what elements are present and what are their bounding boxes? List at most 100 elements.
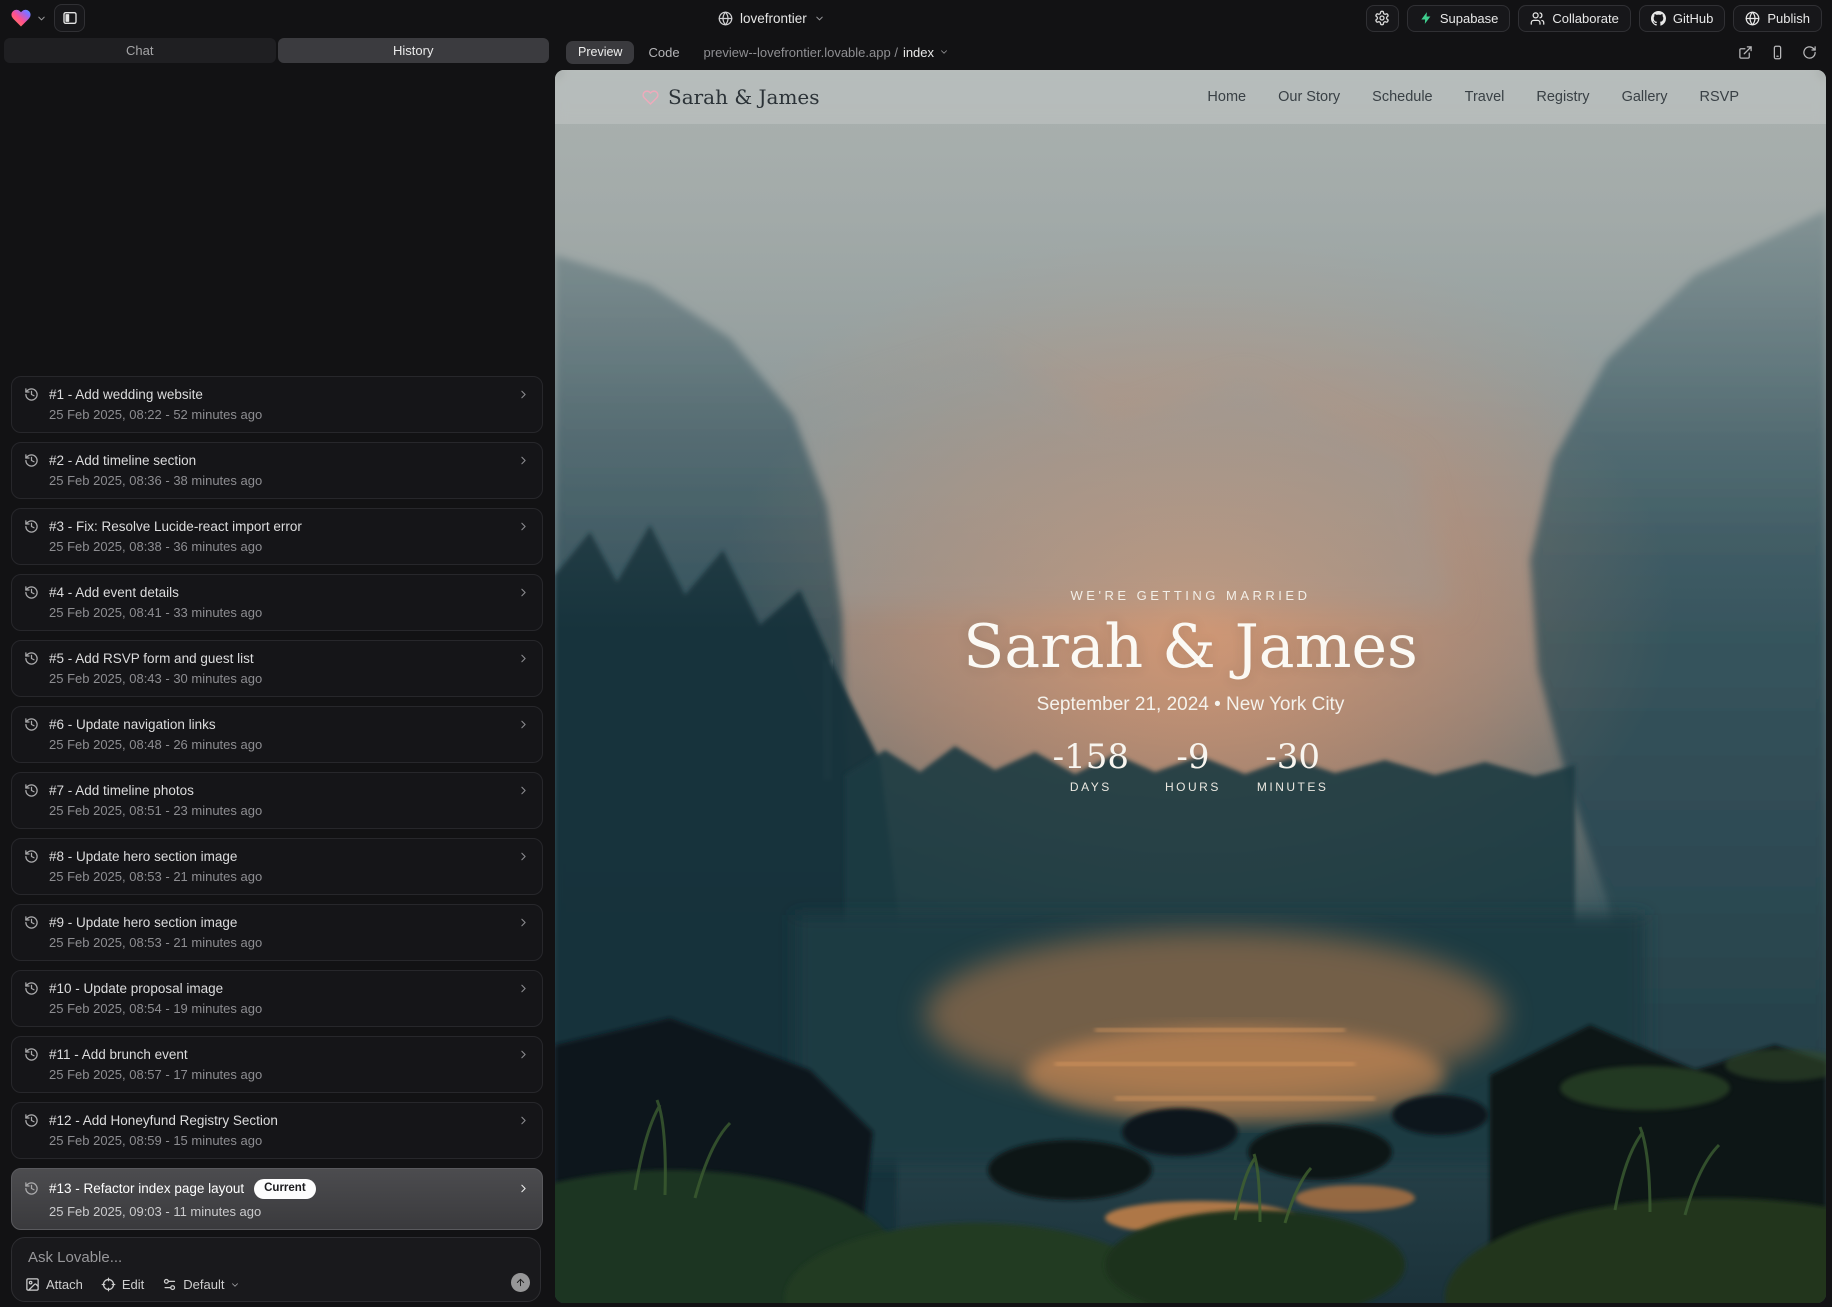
tab-preview[interactable]: Preview <box>566 41 634 64</box>
history-item-row: #2 - Add timeline section <box>24 453 530 468</box>
history-item-row: #4 - Add event details <box>24 585 530 600</box>
history-item[interactable]: #2 - Add timeline section 25 Feb 2025, 0… <box>11 442 543 499</box>
project-selector[interactable]: lovefrontier <box>712 0 831 36</box>
history-item[interactable]: #6 - Update navigation links 25 Feb 2025… <box>11 706 543 763</box>
countdown-item: -9 HOURS <box>1165 740 1221 794</box>
history-item-timestamp: 25 Feb 2025, 08:54 - 19 minutes ago <box>49 1001 530 1016</box>
site-brand-name: Sarah & James <box>668 85 820 109</box>
chevron-right-icon <box>517 652 530 665</box>
site-brand[interactable]: Sarah & James <box>642 85 820 109</box>
hero-section: WE'RE GETTING MARRIED Sarah & James Sept… <box>555 588 1826 794</box>
site-heart-icon <box>642 89 659 106</box>
history-item-row: #5 - Add RSVP form and guest list <box>24 651 530 666</box>
countdown: -158 DAYS -9 HOURS -30 MINUTES <box>1053 740 1329 794</box>
history-icon <box>24 1181 39 1196</box>
history-item[interactable]: #7 - Add timeline photos 25 Feb 2025, 08… <box>11 772 543 829</box>
countdown-value: -158 <box>1053 740 1129 776</box>
history-item[interactable]: #4 - Add event details 25 Feb 2025, 08:4… <box>11 574 543 631</box>
settings-gear-icon <box>1374 10 1390 26</box>
history-item-row: #9 - Update hero section image <box>24 915 530 930</box>
chevron-down-icon <box>814 13 825 24</box>
project-globe-icon <box>718 11 733 26</box>
publish-button[interactable]: Publish <box>1733 5 1822 32</box>
topbar: lovefrontier Supabase Collaborate <box>0 0 1832 36</box>
history-item[interactable]: #5 - Add RSVP form and guest list 25 Feb… <box>11 640 543 697</box>
mobile-view-button[interactable] <box>1770 45 1785 60</box>
nav-link[interactable]: Home <box>1207 89 1246 105</box>
history-item-row: #10 - Update proposal image <box>24 981 530 996</box>
send-arrow-icon <box>515 1277 526 1288</box>
preview-url-selector[interactable]: preview--lovefrontier.lovable.app / inde… <box>704 45 949 60</box>
history-item-timestamp: 25 Feb 2025, 08:57 - 17 minutes ago <box>49 1067 530 1082</box>
topbar-left <box>10 0 85 36</box>
chevron-right-icon <box>517 454 530 467</box>
history-item[interactable]: #12 - Add Honeyfund Registry Section 25 … <box>11 1102 543 1159</box>
countdown-label: HOURS <box>1165 780 1221 794</box>
history-icon <box>24 519 39 534</box>
history-icon <box>24 915 39 930</box>
history-item[interactable]: #9 - Update hero section image 25 Feb 20… <box>11 904 543 961</box>
edit-mode-button[interactable]: Edit <box>101 1277 144 1292</box>
preview-panel: Preview Code preview--lovefrontier.lovab… <box>553 36 1832 1307</box>
history-item-title: #4 - Add event details <box>49 585 179 600</box>
settings-button[interactable] <box>1366 5 1399 32</box>
nav-link[interactable]: Travel <box>1465 89 1505 105</box>
countdown-label: DAYS <box>1070 780 1112 794</box>
history-item-timestamp: 25 Feb 2025, 08:38 - 36 minutes ago <box>49 539 530 554</box>
tab-code[interactable]: Code <box>638 45 689 60</box>
tab-history[interactable]: History <box>278 38 550 63</box>
chevron-right-icon <box>517 1182 530 1195</box>
preview-url-prefix: preview--lovefrontier.lovable.app / <box>704 45 898 60</box>
github-button[interactable]: GitHub <box>1639 5 1725 32</box>
history-item[interactable]: #8 - Update hero section image 25 Feb 20… <box>11 838 543 895</box>
nav-link[interactable]: RSVP <box>1700 89 1740 105</box>
toggle-sidebar-button[interactable] <box>54 4 85 32</box>
history-list: #1 - Add wedding website 25 Feb 2025, 08… <box>11 376 543 1230</box>
collaborate-label: Collaborate <box>1552 11 1619 26</box>
attach-button[interactable]: Attach <box>25 1277 83 1292</box>
history-icon <box>24 453 39 468</box>
history-item[interactable]: #1 - Add wedding website 25 Feb 2025, 08… <box>11 376 543 433</box>
history-item-row: #3 - Fix: Resolve Lucide-react import er… <box>24 519 530 534</box>
tab-chat[interactable]: Chat <box>4 38 276 63</box>
history-item-title: #10 - Update proposal image <box>49 981 223 996</box>
countdown-item: -30 MINUTES <box>1257 740 1329 794</box>
ask-lovable-input[interactable] <box>26 1247 486 1273</box>
github-label: GitHub <box>1673 11 1713 26</box>
history-item-row: #8 - Update hero section image <box>24 849 530 864</box>
chevron-right-icon <box>517 784 530 797</box>
lovable-logo-menu-button[interactable] <box>10 7 47 29</box>
history-item-row: #11 - Add brunch event <box>24 1047 530 1062</box>
nav-link[interactable]: Gallery <box>1622 89 1668 105</box>
history-item-timestamp: 25 Feb 2025, 08:22 - 52 minutes ago <box>49 407 530 422</box>
nav-link[interactable]: Registry <box>1536 89 1589 105</box>
history-item[interactable]: #11 - Add brunch event 25 Feb 2025, 08:5… <box>11 1036 543 1093</box>
mobile-view-icon <box>1770 45 1785 60</box>
history-icon <box>24 717 39 732</box>
chevron-right-icon <box>517 850 530 863</box>
history-item[interactable]: #13 - Refactor index page layout Current… <box>11 1168 543 1230</box>
send-button[interactable] <box>511 1273 530 1292</box>
collaborate-button[interactable]: Collaborate <box>1518 5 1631 32</box>
history-item-row: #6 - Update navigation links <box>24 717 530 732</box>
history-item-title: #7 - Add timeline photos <box>49 783 194 798</box>
open-in-new-tab-button[interactable] <box>1738 45 1753 60</box>
history-icon <box>24 849 39 864</box>
preview-toolbar: Preview Code preview--lovefrontier.lovab… <box>553 36 1832 68</box>
nav-link[interactable]: Our Story <box>1278 89 1340 105</box>
supabase-button[interactable]: Supabase <box>1407 5 1511 32</box>
nav-link[interactable]: Schedule <box>1372 89 1432 105</box>
hero-title: Sarah & James <box>963 613 1418 682</box>
refresh-button[interactable] <box>1802 45 1817 60</box>
history-item[interactable]: #10 - Update proposal image 25 Feb 2025,… <box>11 970 543 1027</box>
composer: Attach Edit Default <box>11 1237 541 1302</box>
model-mode-selector[interactable]: Default <box>162 1277 240 1292</box>
history-icon <box>24 1113 39 1128</box>
history-item[interactable]: #3 - Fix: Resolve Lucide-react import er… <box>11 508 543 565</box>
history-item-timestamp: 25 Feb 2025, 08:48 - 26 minutes ago <box>49 737 530 752</box>
supabase-icon <box>1419 11 1433 25</box>
history-icon <box>24 783 39 798</box>
refresh-icon <box>1802 45 1817 60</box>
countdown-item: -158 DAYS <box>1053 740 1129 794</box>
preview-url-page: index <box>903 45 934 60</box>
